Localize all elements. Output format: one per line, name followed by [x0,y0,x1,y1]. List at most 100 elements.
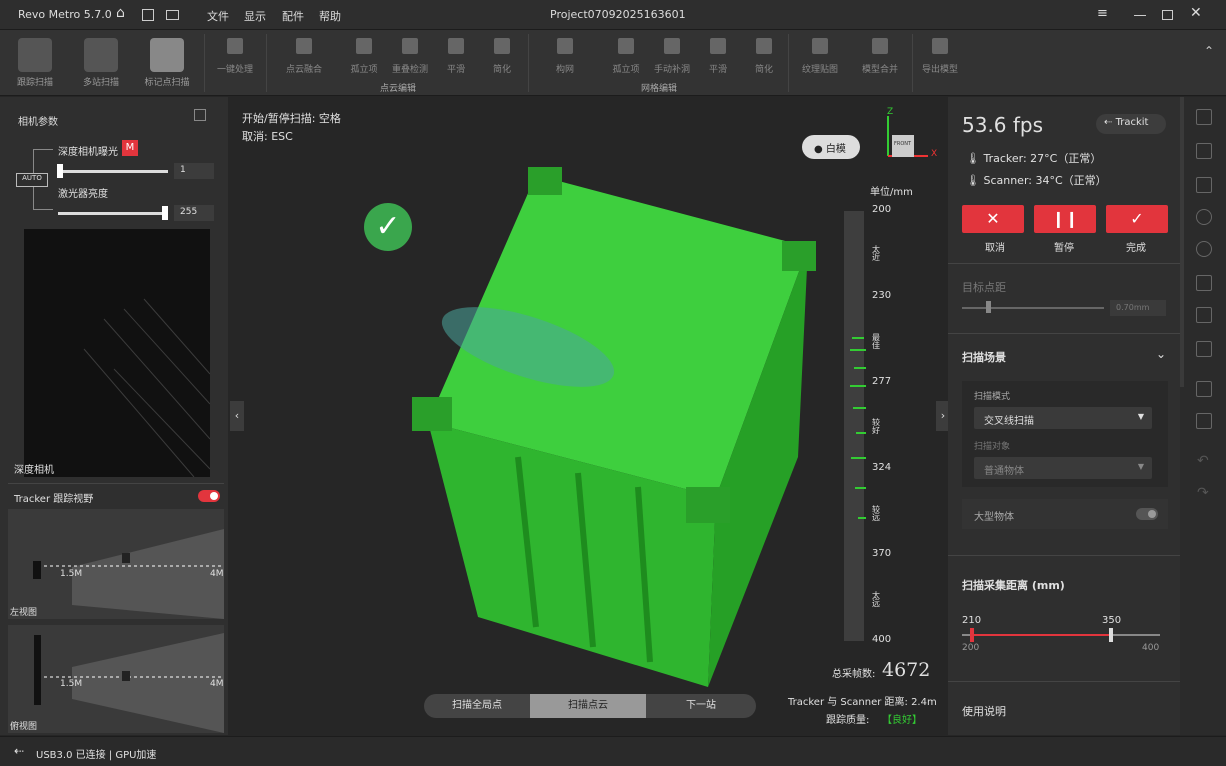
laser-input[interactable]: 255 [174,205,214,221]
mesh-smooth-button[interactable]: 平滑 [696,36,740,75]
far-distance: 4M [210,569,224,579]
frames-label: 总采帧数: [832,669,876,680]
range-title: 扫描采集距离 (mm) [962,579,1065,592]
home-icon[interactable]: ⌂ [116,5,125,21]
finish-label: 完成 [1126,243,1146,254]
undo-icon[interactable]: ↶ [1197,453,1209,469]
auto-exposure-icon[interactable]: AUTO [16,173,48,187]
menu-accessory[interactable]: 配件 [282,8,304,24]
menu-help[interactable]: 帮助 [319,8,341,24]
laser-slider-handle[interactable] [162,206,168,220]
cloud-isolated-button[interactable]: 孤立项 [342,36,386,75]
copy-icon[interactable] [1196,381,1212,397]
delete-icon[interactable] [1196,341,1212,357]
chevron-down-icon[interactable]: ⌄ [1156,347,1166,361]
cloud-fuse-button[interactable]: 点云融合 [282,36,326,75]
texture-icon [812,38,828,54]
axis-gizmo[interactable]: Z X FRONT [883,107,943,171]
menu-file[interactable]: 文件 [207,8,229,24]
range-min: 200 [962,643,980,653]
new-icon[interactable] [142,9,154,21]
step-next-station[interactable]: 下一站 [646,694,756,718]
settings-icon[interactable]: ≡ [1097,6,1108,21]
expand-right-icon[interactable]: › [936,401,948,431]
scan-mode-select[interactable]: 交叉线扫描 ▼ [974,407,1152,429]
overlap-detect-button[interactable]: 重叠检测 [388,36,432,75]
redo-icon[interactable]: ↷ [1197,485,1209,501]
range-slider[interactable] [962,628,1160,642]
select-icon[interactable] [1196,109,1212,125]
laser-lines [83,298,211,478]
scan-object-select[interactable]: 普通物体 ▼ [974,457,1152,479]
track-scan-button[interactable]: 跟踪扫描 [6,34,64,92]
unit-label: 单位/mm [870,187,913,198]
target-distance-handle[interactable] [986,301,991,313]
plane-icon[interactable] [1196,275,1212,291]
exposure-input[interactable]: 1 [174,163,214,179]
step-point-cloud[interactable]: 扫描点云 [530,694,646,718]
exposure-slider-handle[interactable] [57,164,63,178]
fill-hole-button[interactable]: 手动补洞 [650,36,694,75]
fov-cone [72,529,224,619]
laser-slider[interactable] [58,212,168,215]
target-distance-slider[interactable] [962,307,1104,309]
marker-scan-button[interactable]: 标记点扫描 [138,34,196,92]
thermometer-icon: 🌡 [966,174,980,187]
near-distance: 1.5M [60,569,83,579]
mesh-isolated-button[interactable]: 孤立项 [604,36,648,75]
hint-cancel: 取消: ESC [242,130,293,143]
object-label: 扫描对象 [974,442,1011,452]
multi-station-icon [84,38,118,72]
collapse-ribbon-icon[interactable]: ⌃ [1204,44,1214,58]
multi-station-button[interactable]: 多站扫描 [72,34,130,92]
step-global-points[interactable]: 扫描全局点 [424,694,530,718]
trackit-button[interactable]: ⇠ Trackit [1096,114,1166,134]
one-key-button[interactable]: 一键处理 [212,36,258,75]
merge-icon [872,38,888,54]
brush-icon[interactable] [1196,241,1212,257]
merge-button[interactable]: 模型合并 [858,36,902,75]
cloud-smooth-button[interactable]: 平滑 [434,36,478,75]
expand-left-icon[interactable]: ‹ [230,401,244,431]
smooth-icon [448,38,464,54]
scrollbar[interactable] [1180,97,1184,387]
range-low-handle[interactable] [969,628,974,642]
menu-view[interactable]: 显示 [244,8,266,24]
cancel-button[interactable]: ✕ [962,205,1024,233]
mesh-group-label: 网格编辑 [640,84,677,94]
pause-label: 暂停 [1054,243,1074,254]
help-link[interactable]: 使用说明 [962,703,1006,719]
pin-icon[interactable] [1196,413,1212,429]
range-high-handle[interactable] [1108,628,1113,642]
marker-scan-icon [150,38,184,72]
white-model-button[interactable]: ● 白模 [802,135,860,159]
pause-button[interactable]: ❙❙ [1034,205,1096,233]
restore-icon[interactable] [1162,10,1173,20]
tracker-left-view: 1.5M 4M 左视图 [8,509,224,619]
large-object-label: 大型物体 [974,512,1014,523]
export-button[interactable]: 导出模型 [918,36,962,75]
lasso-icon[interactable] [1196,177,1212,193]
folder-icon[interactable] [166,10,179,20]
large-object-toggle[interactable] [1136,508,1158,520]
cloud-simplify-button[interactable]: 简化 [480,36,524,75]
export-icon [932,38,948,54]
mesh-button[interactable]: 构网 [543,36,587,75]
tracker-fov-toggle[interactable] [198,490,220,502]
invert-icon[interactable] [1196,307,1212,323]
status-text: USB3.0 已连接 | GPU加速 [36,750,157,761]
popout-icon[interactable] [194,109,206,121]
rect-select-icon[interactable] [1196,143,1212,159]
track-scan-icon [18,38,52,72]
manual-badge[interactable]: M [122,140,138,156]
side-view-label: 俯视图 [10,722,38,732]
wand-icon [227,38,243,54]
exposure-slider[interactable] [58,170,168,173]
3d-viewport[interactable]: 开始/暂停扫描: 空格 取消: ESC ✓ ● 白模 Z X FRONT 单位/… [228,97,948,735]
circle-select-icon[interactable] [1196,209,1212,225]
texture-button[interactable]: 纹理贴图 [798,36,842,75]
finish-button[interactable]: ✓ [1106,205,1168,233]
close-icon[interactable]: ✕ [1190,5,1202,21]
mesh-simplify-button[interactable]: 简化 [742,36,786,75]
minimize-icon[interactable] [1134,15,1146,16]
